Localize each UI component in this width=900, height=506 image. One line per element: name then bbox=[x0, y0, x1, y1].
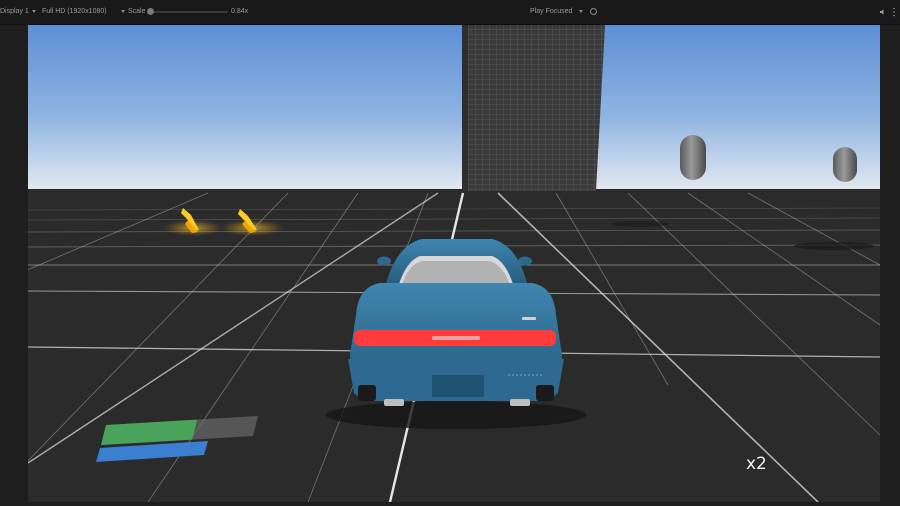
game-scene bbox=[28, 25, 880, 502]
game-view-toolbar: Display 1 Full HD (1920x1080) Scale 0.84… bbox=[0, 0, 900, 25]
play-mode-dropdown[interactable]: Play Focused bbox=[530, 0, 584, 24]
scale-slider-handle[interactable] bbox=[147, 8, 154, 15]
sky bbox=[28, 25, 880, 191]
dropdown-caret-icon bbox=[579, 9, 584, 13]
score-multiplier-label: x2 bbox=[746, 454, 767, 474]
scale-value: 0.84x bbox=[231, 8, 249, 15]
display-label: Display 1 bbox=[0, 8, 29, 15]
play-mode-label: Play Focused bbox=[530, 8, 573, 15]
scale-slider-track[interactable] bbox=[150, 11, 228, 13]
brick-tower bbox=[462, 25, 605, 191]
bug-icon[interactable] bbox=[590, 8, 597, 15]
dropdown-caret-icon bbox=[31, 9, 36, 13]
resolution-label: Full HD (1920x1080) bbox=[42, 8, 107, 15]
display-dropdown[interactable]: Display 1 bbox=[0, 0, 36, 24]
dropdown-caret-icon bbox=[120, 9, 125, 13]
resolution-dropdown[interactable]: Full HD (1920x1080) bbox=[42, 0, 125, 24]
game-viewport[interactable]: x2 bbox=[28, 25, 880, 502]
more-options-icon[interactable] bbox=[893, 7, 895, 17]
speaker-icon[interactable] bbox=[880, 9, 885, 15]
scale-label: Scale bbox=[128, 8, 146, 15]
